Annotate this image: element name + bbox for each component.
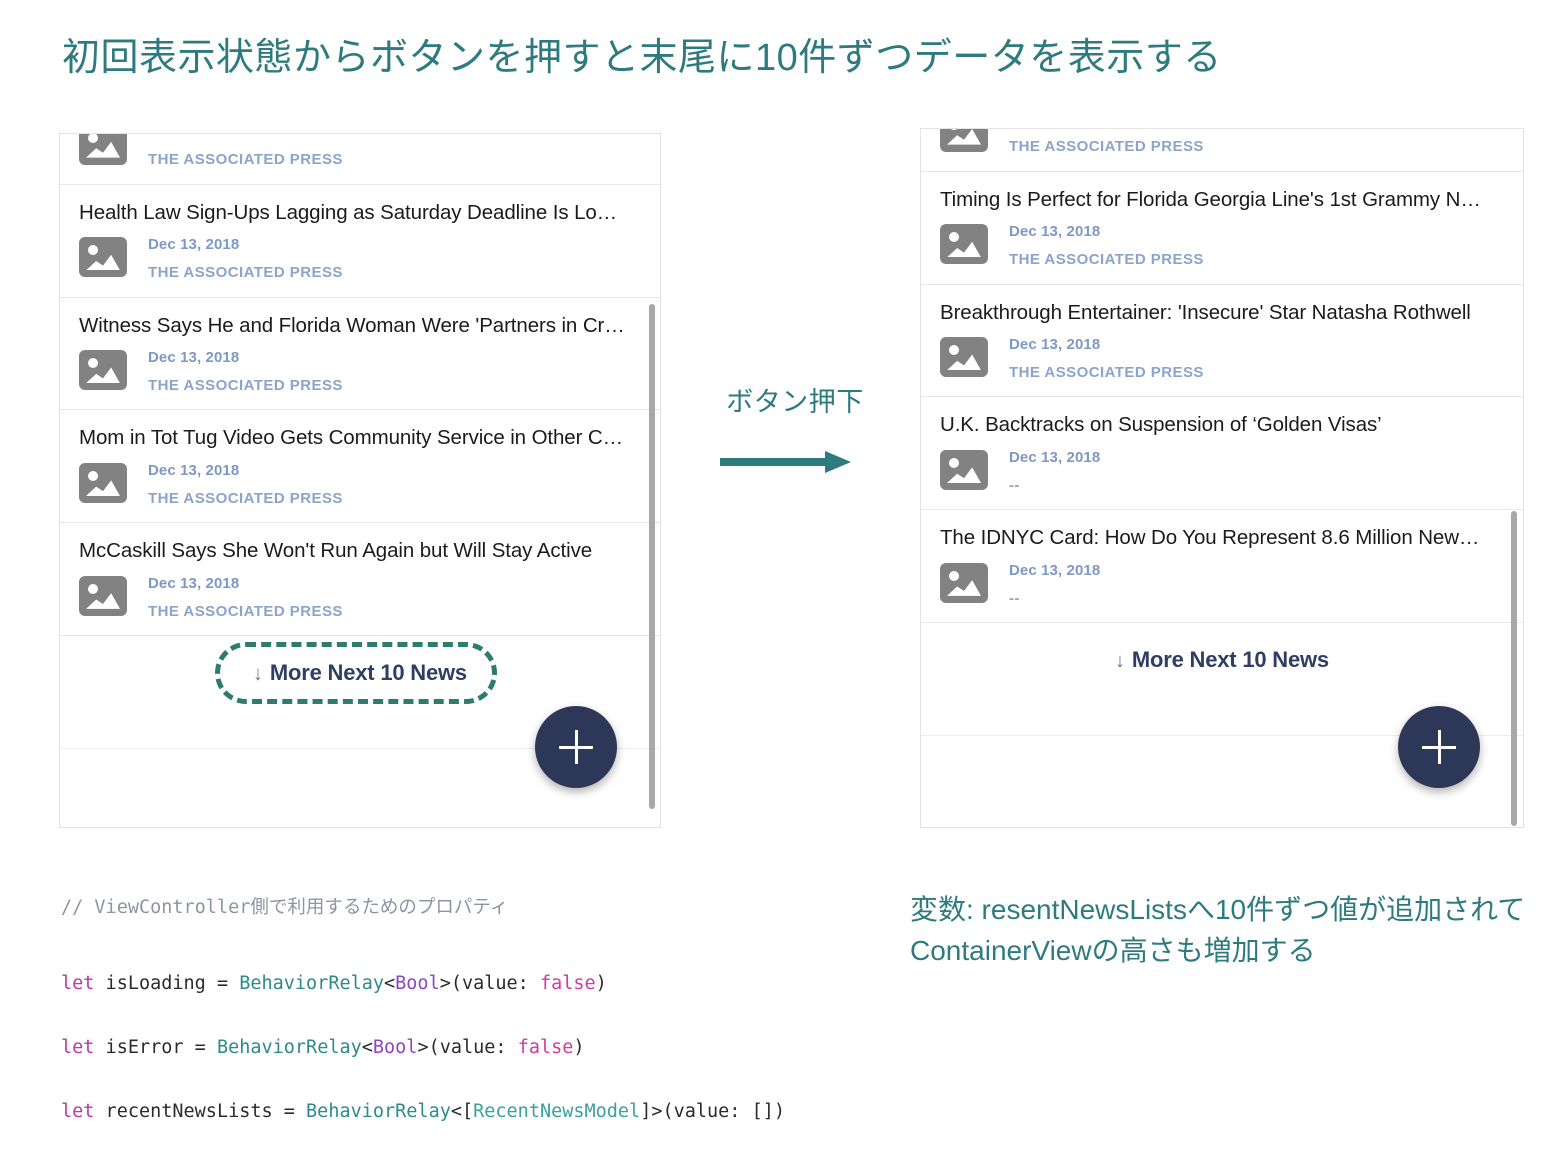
code-line-2: let isError = BehaviorRelay<Bool>(value:… [61,1037,585,1058]
news-item-body: Dec 13, 2018 -- [921,437,1523,509]
news-item-meta: Dec 13, 2018 THE ASSOCIATED PRESS [148,461,343,507]
news-item-meta: Dec 13, 2018 -- [1009,561,1100,607]
right-news-list: THE ASSOCIATED PRESS Timing Is Perfect f… [921,129,1523,737]
news-item-meta: Dec 13, 2018 THE ASSOCIATED PRESS [148,235,343,281]
news-item-source: THE ASSOCIATED PRESS [148,264,343,282]
news-item-body: Dec 13, 2018 THE ASSOCIATED PRESS [60,563,660,635]
button-press-label: ボタン押下 [726,387,864,417]
left-news-list: THE ASSOCIATED PRESS Health Law Sign-Ups… [60,134,660,750]
news-list-item[interactable]: The IDNYC Card: How Do You Represent 8.6… [921,510,1523,624]
news-item-title: U.K. Backtracks on Suspension of ‘Golden… [940,413,1382,437]
news-item-source: THE ASSOCIATED PRESS [148,151,343,169]
news-item-source: -- [1009,589,1020,607]
news-item-date: Dec 13, 2018 [148,349,240,367]
news-item-meta: Dec 13, 2018 THE ASSOCIATED PRESS [148,348,343,394]
news-item-source: THE ASSOCIATED PRESS [148,489,343,507]
right-panel-scrollbar[interactable] [1511,511,1517,826]
news-item-meta: Dec 13, 2018 -- [1009,448,1100,494]
news-item-date [1009,129,1204,130]
news-item-source: THE ASSOCIATED PRESS [148,602,343,620]
news-item-title: Witness Says He and Florida Woman Were '… [79,313,625,337]
left-panel-scrollbar[interactable] [649,304,655,809]
arrow-right-icon [700,451,890,473]
down-arrow-icon: ↓ [1115,650,1125,673]
transition-annotation: ボタン押下 [700,380,890,473]
image-placeholder-icon [79,350,127,391]
code-line-3: let recentNewsLists = BehaviorRelay<[Rec… [61,1101,785,1122]
news-item-date: Dec 13, 2018 [148,236,240,254]
news-item-title: Breakthrough Entertainer: 'Insecure' Sta… [940,300,1471,324]
news-item-source: THE ASSOCIATED PRESS [1009,251,1204,269]
code-snippet: // ViewController側で利用するためのプロパティ let isLo… [61,862,785,1149]
more-next-10-news-button[interactable]: ↓ More Next 10 News [921,647,1523,673]
image-placeholder-icon [940,450,988,490]
news-item-source: THE ASSOCIATED PRESS [1009,363,1204,381]
news-item-date: Dec 13, 2018 [1009,223,1101,241]
news-list-item[interactable]: U.K. Backtracks on Suspension of ‘Golden… [921,397,1523,511]
news-item-body: Dec 13, 2018 THE ASSOCIATED PRESS [60,224,660,296]
news-item-meta: THE ASSOCIATED PRESS [148,134,343,169]
news-item-title: Timing Is Perfect for Florida Georgia Li… [940,187,1481,211]
floating-action-button[interactable] [1398,706,1480,788]
image-placeholder-icon [79,237,127,278]
code-comment: // ViewController側で利用するためのプロパティ [61,897,509,918]
news-item-date [148,134,343,142]
news-item-body: Dec 13, 2018 THE ASSOCIATED PRESS [921,324,1523,396]
news-item-meta: Dec 13, 2018 THE ASSOCIATED PRESS [1009,335,1204,381]
page-title: 初回表示状態からボタンを押すと末尾に10件ずつデータを表示する [62,37,1222,79]
news-item-body: THE ASSOCIATED PRESS [921,129,1523,171]
news-item-body: Dec 13, 2018 THE ASSOCIATED PRESS [60,337,660,409]
image-placeholder-icon [940,224,988,265]
news-item-date: Dec 13, 2018 [1009,561,1101,579]
news-item-source: -- [1009,476,1020,494]
news-list-item[interactable]: McCaskill Says She Won't Run Again but W… [60,523,660,637]
news-item-meta: Dec 13, 2018 THE ASSOCIATED PRESS [1009,222,1204,268]
floating-action-button[interactable] [535,706,617,788]
image-placeholder-icon [79,134,127,165]
news-list-item[interactable]: Health Law Sign-Ups Lagging as Saturday … [60,184,660,298]
news-item-body: THE ASSOCIATED PRESS [60,134,660,184]
news-item-body: Dec 13, 2018 -- [921,550,1523,622]
image-placeholder-icon [940,129,988,152]
news-item-source: THE ASSOCIATED PRESS [1009,138,1204,156]
highlight-annotation-ring [215,642,497,705]
more-button-label: More Next 10 News [1131,647,1329,673]
news-item-meta: THE ASSOCIATED PRESS [1009,129,1204,156]
news-item-meta: Dec 13, 2018 THE ASSOCIATED PRESS [148,574,343,620]
image-placeholder-icon [940,337,988,378]
news-item-title: McCaskill Says She Won't Run Again but W… [79,539,593,563]
news-item-date: Dec 13, 2018 [1009,336,1101,354]
image-placeholder-icon [79,575,127,616]
news-item-source: THE ASSOCIATED PRESS [148,376,343,394]
right-annotation-note: 変数: resentNewsListsへ10件ずつ値が追加されてContaine… [910,894,1526,966]
news-list-item[interactable]: Mom in Tot Tug Video Gets Community Serv… [60,410,660,524]
news-item-body: Dec 13, 2018 THE ASSOCIATED PRESS [60,450,660,522]
news-item-title: The IDNYC Card: How Do You Represent 8.6… [940,526,1480,550]
news-item-body: Dec 13, 2018 THE ASSOCIATED PRESS [921,211,1523,283]
news-list-item[interactable]: THE ASSOCIATED PRESS [60,134,660,185]
image-placeholder-icon [940,562,988,603]
news-item-date: Dec 13, 2018 [148,574,240,592]
news-item-date: Dec 13, 2018 [148,462,240,479]
right-phone-panel: THE ASSOCIATED PRESS Timing Is Perfect f… [920,128,1524,828]
news-list-item[interactable]: Witness Says He and Florida Woman Were '… [60,297,660,411]
left-phone-panel: THE ASSOCIATED PRESS Health Law Sign-Ups… [59,133,661,828]
news-list-item[interactable]: Timing Is Perfect for Florida Georgia Li… [921,171,1523,285]
image-placeholder-icon [79,463,127,503]
news-item-title: Mom in Tot Tug Video Gets Community Serv… [79,426,624,450]
news-list-item[interactable]: THE ASSOCIATED PRESS [921,129,1523,172]
code-line-1: let isLoading = BehaviorRelay<Bool>(valu… [61,973,607,994]
news-item-title: Health Law Sign-Ups Lagging as Saturday … [79,200,618,224]
news-list-item[interactable]: Breakthrough Entertainer: 'Insecure' Sta… [921,284,1523,398]
news-item-date: Dec 13, 2018 [1009,449,1101,466]
